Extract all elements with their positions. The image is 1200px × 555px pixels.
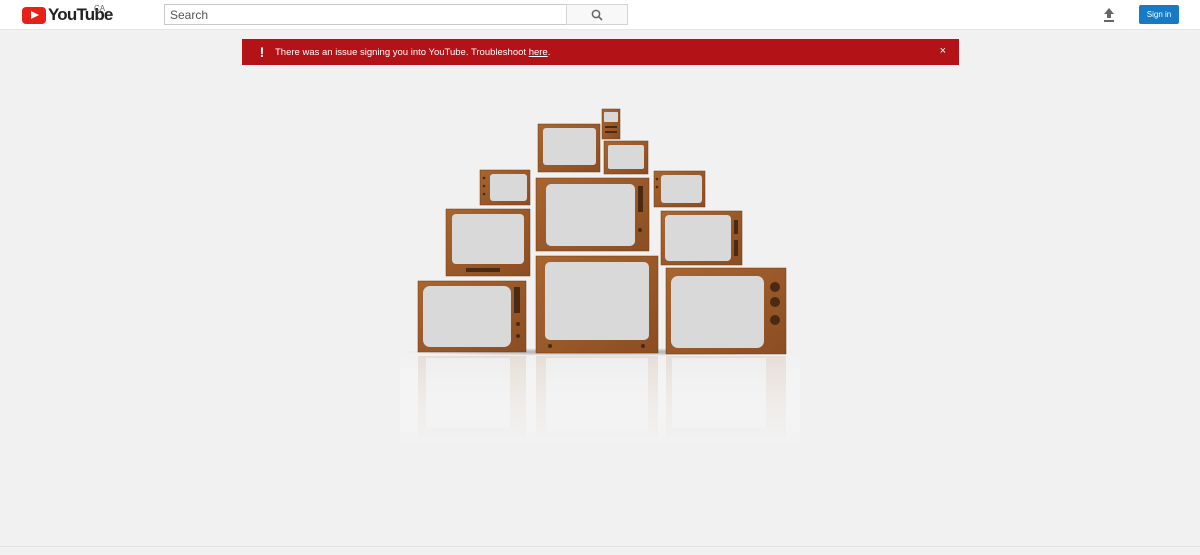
region-label: CA [94, 4, 106, 13]
tv-bottom-right [665, 267, 787, 355]
tv-mid-left [445, 208, 531, 277]
tv-upper-right [603, 140, 649, 175]
tv-small-left [479, 169, 531, 206]
search-input[interactable] [164, 4, 566, 25]
alert-suffix: . [547, 46, 551, 58]
tv-bottom-left [417, 280, 527, 353]
exclamation-icon: ! [259, 44, 265, 60]
upload-icon [1104, 8, 1114, 22]
masthead: YouTube CA Sign in [0, 0, 1200, 30]
alert-banner: ! There was an issue signing you into Yo… [242, 39, 959, 65]
alert-message-text: There was an issue signing you into YouT… [275, 46, 529, 58]
tv-stack-illustration [400, 108, 800, 446]
tv-small-right [653, 170, 706, 208]
alert-message: There was an issue signing you into YouT… [275, 47, 550, 58]
tv-reflection [418, 356, 786, 436]
sign-in-button[interactable]: Sign in [1139, 5, 1179, 24]
search-form [164, 4, 628, 25]
tv-center-middle [535, 177, 650, 252]
tv-tiny [601, 108, 621, 140]
tv-mid-right [660, 210, 743, 266]
page-bottom-divider [0, 546, 1200, 547]
upload-button[interactable] [1100, 6, 1118, 24]
tv-bottom-center [535, 255, 659, 354]
search-button[interactable] [566, 4, 628, 25]
search-icon [591, 9, 603, 21]
tv-upper-left [537, 123, 601, 173]
close-icon[interactable]: × [940, 45, 946, 57]
troubleshoot-link[interactable]: here [529, 47, 548, 58]
play-logo-icon [22, 6, 46, 24]
